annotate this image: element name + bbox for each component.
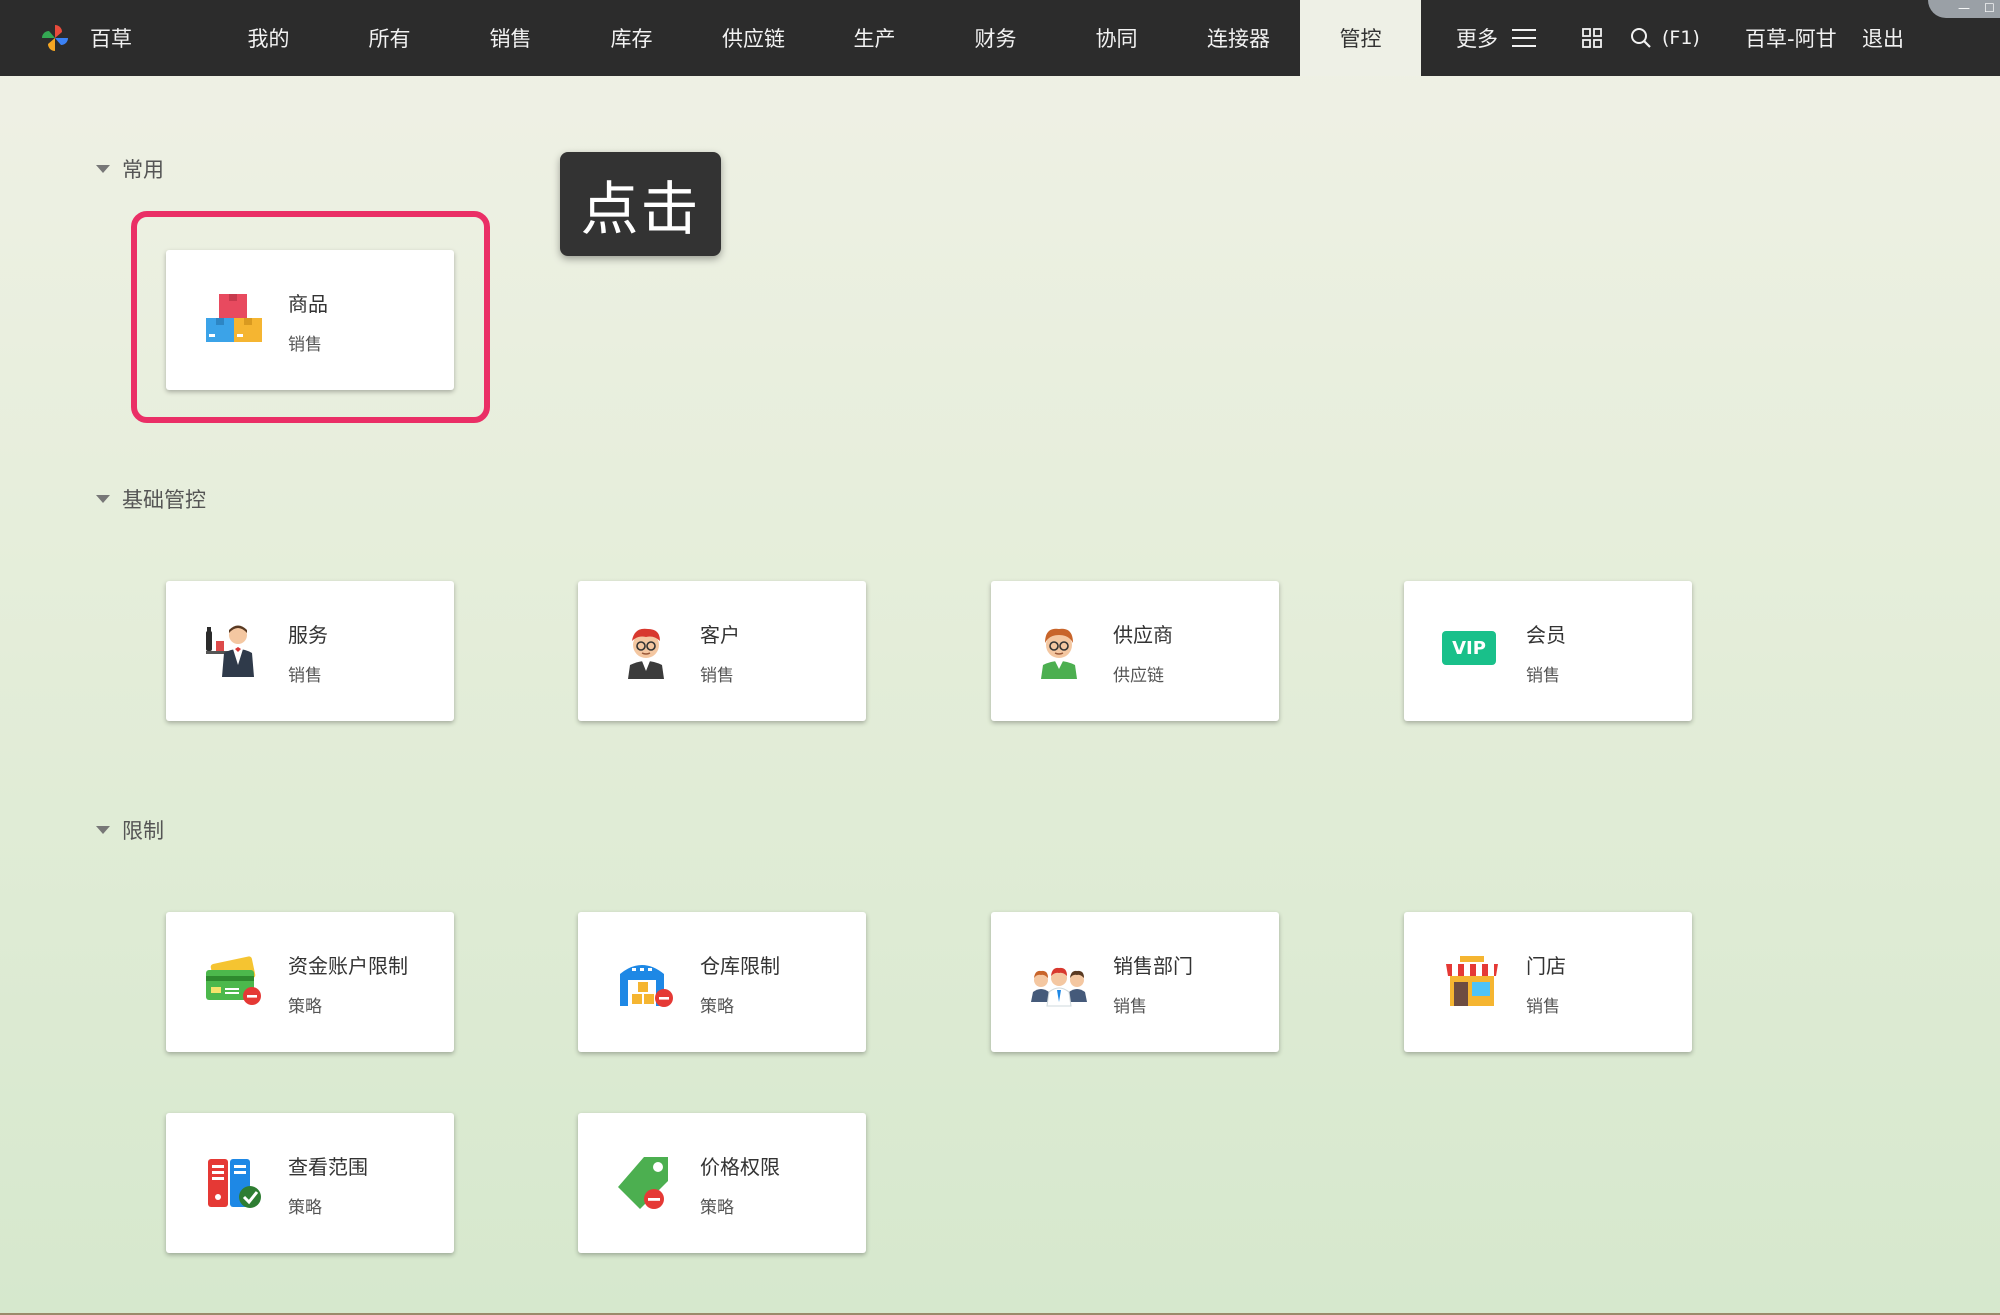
section-header-restrictions[interactable]: 限制 [96, 815, 164, 845]
user-name[interactable]: 百草-阿甘 [1745, 0, 1837, 76]
card-title: 客户 [700, 623, 740, 647]
card-title: 仓库限制 [700, 954, 780, 978]
maximize-icon[interactable]: ☐ [1984, 1, 1995, 15]
more-menu-button[interactable]: 更多 [1456, 0, 1536, 76]
section-title: 常用 [122, 158, 164, 182]
supplier-avatar-icon [1041, 628, 1077, 679]
card-subtitle: 策略 [700, 997, 734, 1017]
section-title: 限制 [122, 819, 164, 843]
card-subtitle: 策略 [700, 1198, 734, 1218]
card-subtitle: 销售 [700, 666, 734, 686]
card-subtitle: 策略 [288, 1198, 322, 1218]
card-title: 资金账户限制 [288, 954, 408, 978]
nav-item-finance[interactable]: 财务 [935, 0, 1056, 76]
card-subtitle: 销售 [288, 335, 322, 355]
view-scope-icon [208, 1159, 261, 1208]
nav-item-sales[interactable]: 销售 [450, 0, 571, 76]
brand[interactable]: 百草 [38, 0, 132, 76]
sales-team-icon [1031, 967, 1087, 1007]
logout-link[interactable]: 退出 [1862, 0, 1904, 76]
caret-down-icon [96, 495, 110, 503]
search-button[interactable]: (F1) [1630, 0, 1700, 76]
pinwheel-logo-icon [42, 25, 68, 51]
caret-down-icon [96, 165, 110, 173]
card-supplier[interactable]: 供应商 供应链 [991, 581, 1279, 721]
section-title: 基础管控 [122, 488, 206, 512]
card-title: 门店 [1526, 954, 1566, 978]
card-subtitle: 销售 [1113, 997, 1147, 1017]
credit-card-restrict-icon [206, 956, 261, 1005]
card-sales-department[interactable]: 销售部门 销售 [991, 912, 1279, 1052]
click-tooltip: 点击 [560, 152, 721, 256]
nav-item-collaboration[interactable]: 协同 [1056, 0, 1177, 76]
card-title: 服务 [288, 623, 328, 647]
more-label: 更多 [1456, 27, 1498, 51]
customer-avatar-icon [628, 628, 664, 679]
apps-grid-button[interactable] [1582, 0, 1602, 76]
nav-item-all[interactable]: 所有 [329, 0, 450, 76]
card-title: 销售部门 [1113, 954, 1193, 978]
card-subtitle: 供应链 [1113, 666, 1164, 686]
brand-name: 百草 [90, 27, 132, 51]
card-customer[interactable]: 客户 销售 [578, 581, 866, 721]
vip-badge-icon: VIP [1442, 631, 1496, 665]
card-member[interactable]: VIP 会员 销售 [1404, 581, 1692, 721]
card-title: 供应商 [1113, 623, 1173, 647]
card-price-permission[interactable]: 价格权限 策略 [578, 1113, 866, 1253]
nav-item-mine[interactable]: 我的 [208, 0, 329, 76]
minimize-icon[interactable]: — [1958, 1, 1970, 15]
card-service[interactable]: 服务 销售 [166, 581, 454, 721]
section-header-common[interactable]: 常用 [96, 154, 164, 184]
card-fund-account-restriction[interactable]: 资金账户限制 策略 [166, 912, 454, 1052]
card-subtitle: 策略 [288, 997, 322, 1017]
nav-item-inventory[interactable]: 库存 [571, 0, 692, 76]
hamburger-menu-icon [1512, 29, 1536, 47]
card-goods[interactable]: 商品 销售 [166, 250, 454, 390]
nav-item-production[interactable]: 生产 [814, 0, 935, 76]
goods-boxes-icon [206, 294, 262, 342]
price-tag-restrict-icon [618, 1157, 668, 1209]
store-front-icon [1446, 956, 1498, 1006]
card-store[interactable]: 门店 销售 [1404, 912, 1692, 1052]
card-subtitle: 销售 [1526, 997, 1560, 1017]
window-controls[interactable]: — ☐ [1928, 0, 2000, 18]
nav-item-control[interactable]: 管控 [1300, 0, 1421, 76]
card-title: 查看范围 [288, 1155, 368, 1179]
search-icon [1631, 28, 1651, 48]
top-nav-bar: 百草 我的 所有 销售 库存 供应链 生产 财务 协同 连接器 管控 更多 (F… [0, 0, 2000, 76]
card-subtitle: 销售 [1526, 666, 1560, 686]
nav-item-supply-chain[interactable]: 供应链 [693, 0, 814, 76]
grid-icon [1582, 28, 1602, 48]
card-view-scope[interactable]: 查看范围 策略 [166, 1113, 454, 1253]
search-shortcut: (F1) [1662, 27, 1700, 49]
waiter-icon [206, 625, 254, 677]
section-header-basic-control[interactable]: 基础管控 [96, 484, 206, 514]
warehouse-restrict-icon [620, 965, 673, 1007]
caret-down-icon [96, 826, 110, 834]
nav-item-connector[interactable]: 连接器 [1178, 0, 1299, 76]
card-title: 会员 [1526, 623, 1566, 647]
card-subtitle: 销售 [288, 666, 322, 686]
card-warehouse-restriction[interactable]: 仓库限制 策略 [578, 912, 866, 1052]
card-title: 价格权限 [700, 1155, 780, 1179]
card-title: 商品 [288, 292, 328, 316]
